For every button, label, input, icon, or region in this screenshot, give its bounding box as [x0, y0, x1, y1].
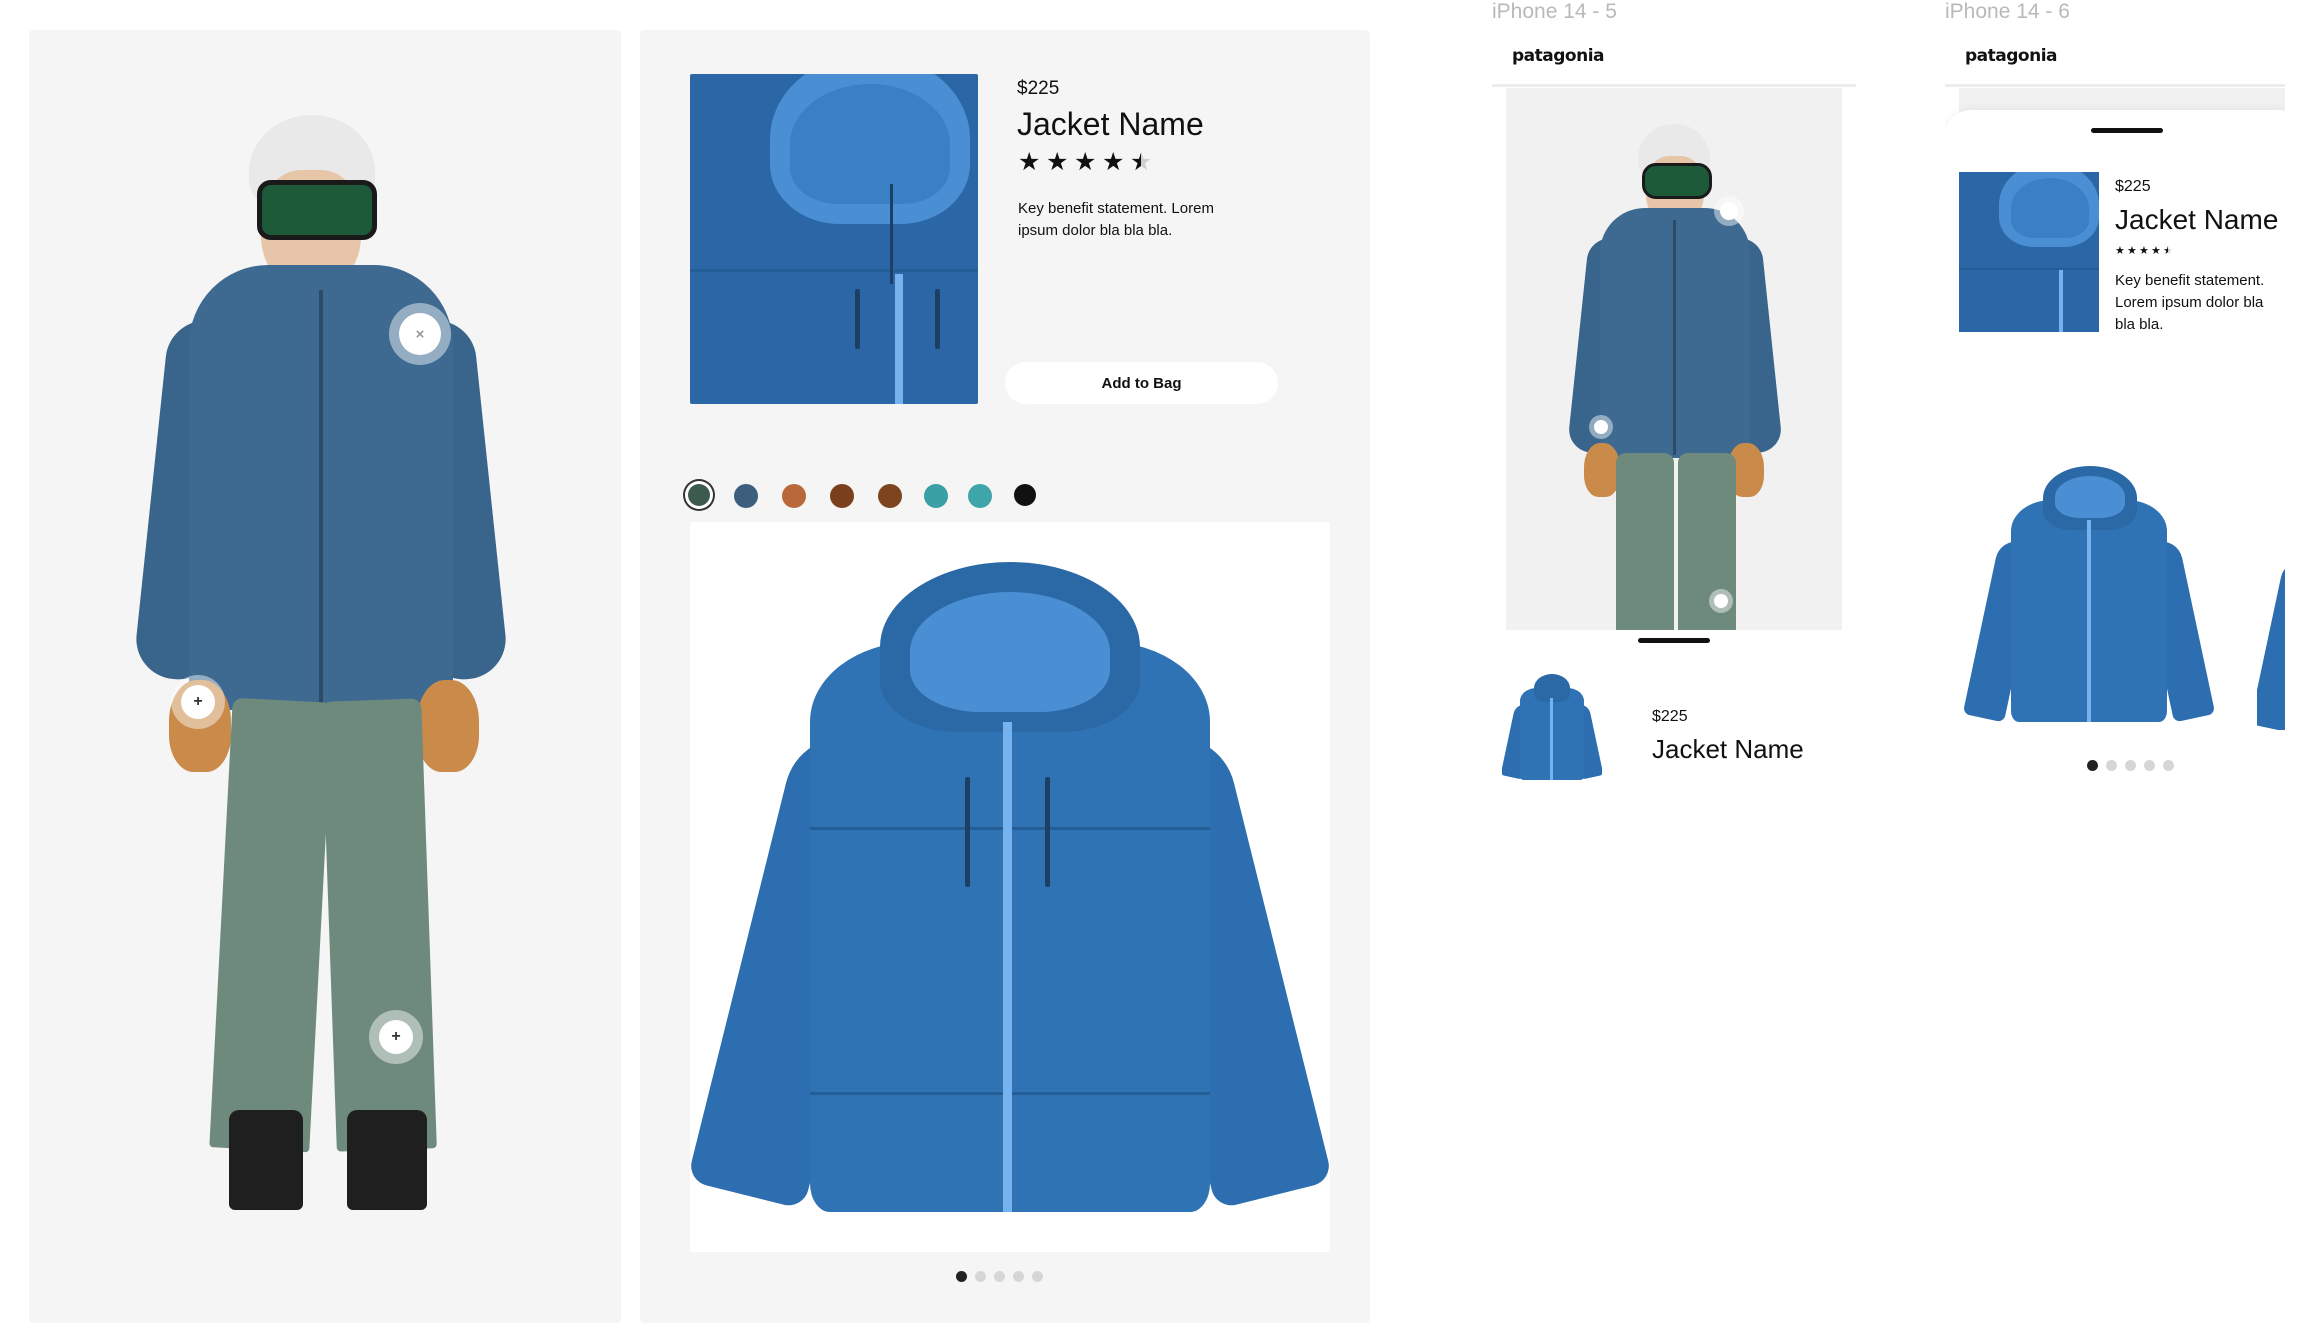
- carousel-dot-3[interactable]: [2125, 760, 2136, 771]
- product-price: $225: [1652, 708, 1688, 725]
- carousel-dot-5[interactable]: [1032, 1271, 1043, 1282]
- hotspot-chest[interactable]: ×: [399, 313, 441, 355]
- model-panel: × + +: [29, 30, 621, 1323]
- swatch-7[interactable]: [968, 484, 992, 508]
- carousel-dots: [2087, 760, 2177, 774]
- product-name: Jacket Name: [1017, 106, 1204, 142]
- hotspot-glove[interactable]: +: [181, 685, 215, 719]
- add-to-bag-button[interactable]: Add to Bag: [1005, 362, 1278, 404]
- swatch-1[interactable]: [688, 484, 710, 506]
- product-sheet[interactable]: $225 Jacket Name: [1492, 630, 1856, 870]
- star-icon: ★: [1102, 148, 1125, 176]
- star-half-icon: ★: [1130, 148, 1153, 176]
- mobile-frame-5: patagonia $225 Jacket Name: [1492, 30, 1856, 1342]
- star-icon: ★: [2139, 245, 2149, 257]
- color-swatches: [680, 476, 1080, 516]
- rating-stars: ★ ★ ★ ★ ★: [2115, 246, 2195, 260]
- product-carousel-next-image: [2257, 530, 2285, 730]
- carousel-dot-2[interactable]: [2106, 760, 2117, 771]
- product-thumbnail: [690, 74, 978, 404]
- carousel-dot-4[interactable]: [2144, 760, 2155, 771]
- product-name: Jacket Name: [1652, 734, 1804, 764]
- swatch-5[interactable]: [878, 484, 902, 508]
- product-sheet-expanded[interactable]: $225 Jacket Name ★ ★ ★ ★ ★ Key benefit s…: [1945, 110, 2285, 1342]
- product-panel: $225 Jacket Name ★ ★ ★ ★ ★ Key benefit s…: [640, 30, 1370, 1323]
- product-price: $225: [2115, 178, 2151, 195]
- carousel-dots: [956, 1271, 1056, 1285]
- swatch-3[interactable]: [782, 484, 806, 508]
- product-description: Key benefit statement. Lorem ipsum dolor…: [2115, 272, 2265, 333]
- brand-logo[interactable]: patagonia: [1965, 46, 2058, 66]
- carousel-dot-5[interactable]: [2163, 760, 2174, 771]
- product-main-image: [690, 522, 1330, 1252]
- header-divider: [1492, 84, 1856, 87]
- hotspot-pants[interactable]: [1714, 594, 1728, 608]
- brand-logo[interactable]: patagonia: [1512, 46, 1605, 66]
- carousel-dot-4[interactable]: [1013, 1271, 1024, 1282]
- frame-label-iphone-5: iPhone 14 - 5: [1492, 0, 1617, 23]
- header-divider: [1945, 84, 2285, 87]
- product-name: Jacket Name: [2115, 204, 2279, 235]
- close-icon: ×: [415, 325, 425, 343]
- star-icon: ★: [2151, 245, 2161, 257]
- product-carousel-image: [1962, 460, 2216, 750]
- carousel-dot-2[interactable]: [975, 1271, 986, 1282]
- hotspot-glove[interactable]: [1594, 420, 1608, 434]
- swatch-8[interactable]: [1014, 484, 1036, 506]
- swatch-6[interactable]: [924, 484, 948, 508]
- frame-label-iphone-6: iPhone 14 - 6: [1945, 0, 2070, 23]
- star-icon: ★: [2127, 245, 2137, 257]
- product-thumbnail: [1959, 172, 2099, 332]
- carousel-dot-1[interactable]: [2087, 760, 2098, 771]
- model-image: [1506, 88, 1842, 648]
- sheet-handle[interactable]: [2091, 128, 2163, 133]
- carousel-dot-1[interactable]: [956, 1271, 967, 1282]
- mobile-frame-6: patagonia $225 Jacket Name ★ ★ ★ ★ ★ Key…: [1945, 30, 2285, 1342]
- product-thumbnail: [1502, 670, 1602, 785]
- hotspot-chest[interactable]: [1720, 202, 1738, 220]
- plus-icon: +: [391, 1028, 401, 1045]
- star-icon: ★: [2115, 245, 2125, 257]
- star-half-icon: ★: [2163, 245, 2173, 257]
- model-image: [29, 30, 621, 1323]
- product-description: Key benefit statement. Lorem ipsum dolor…: [1018, 200, 1214, 239]
- sheet-handle[interactable]: [1638, 638, 1710, 643]
- swatch-4[interactable]: [830, 484, 854, 508]
- swatch-2[interactable]: [734, 484, 758, 508]
- rating-stars: ★ ★ ★ ★ ★: [1018, 150, 1168, 178]
- star-icon: ★: [1074, 148, 1097, 176]
- star-icon: ★: [1046, 148, 1069, 176]
- carousel-dot-3[interactable]: [994, 1271, 1005, 1282]
- hotspot-pants[interactable]: +: [379, 1020, 413, 1054]
- plus-icon: +: [193, 693, 203, 710]
- star-icon: ★: [1018, 148, 1041, 176]
- product-price: $225: [1017, 78, 1060, 99]
